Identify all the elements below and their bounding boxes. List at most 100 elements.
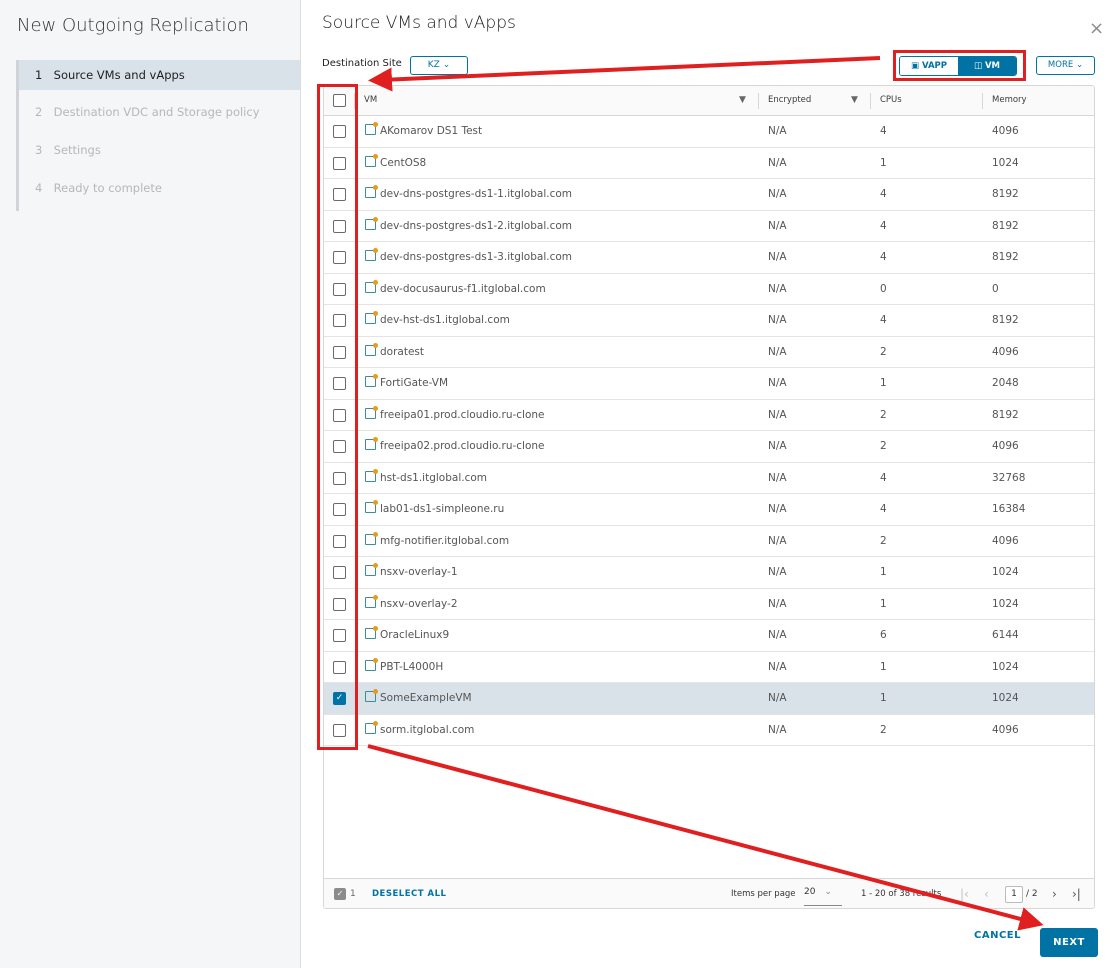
column-header-vm[interactable]: VM [364,86,377,116]
table-row[interactable]: hst-ds1.itglobal.com N/A 4 32768 [324,463,1094,494]
row-checkbox[interactable] [333,219,346,233]
vm-name-cell[interactable]: dev-dns-postgres-ds1-3.itglobal.com [365,242,572,273]
vm-name-cell[interactable]: dev-dns-postgres-ds1-2.itglobal.com [365,211,572,242]
chevron-down-icon: ⌄ [1075,60,1084,70]
vm-name: dev-dns-postgres-ds1-2.itglobal.com [380,219,573,232]
table-row[interactable]: mfg-notifier.itglobal.com N/A 2 4096 [324,526,1094,557]
vm-name-cell[interactable]: FortiGate-VM [365,368,448,399]
first-page-icon[interactable]: |‹ [960,879,969,908]
table-row[interactable]: dev-dns-postgres-ds1-1.itglobal.com N/A 4 8… [324,179,1094,211]
items-per-page-select[interactable]: 20 ⌄ [804,879,842,906]
vm-name-cell[interactable]: AKomarov DS1 Test [365,116,482,147]
column-header-encrypted[interactable]: Encrypted [768,86,811,116]
vm-name-cell[interactable]: CentOS8 [365,148,426,179]
step-number: 2 [35,105,43,119]
wizard-title: New Outgoing Replication [17,15,249,36]
vm-name-cell[interactable]: OracleLinux9 [365,620,449,651]
vm-name-cell[interactable]: nsxv-overlay-1 [365,557,458,588]
row-checkbox[interactable] [333,471,346,485]
table-row[interactable]: ✓ SomeExampleVM N/A 1 1024 [324,683,1094,715]
vm-name-cell[interactable]: nsxv-overlay-2 [365,589,458,620]
row-checkbox[interactable] [333,125,346,138]
row-checkbox[interactable] [333,629,346,642]
row-checkbox[interactable] [333,345,346,359]
close-icon[interactable]: × [1089,18,1104,39]
filter-icon[interactable]: ▼ [739,95,746,105]
cancel-button[interactable]: CANCEL [974,930,1021,941]
table-row[interactable]: OracleLinux9 N/A 6 6144 [324,620,1094,652]
row-checkbox[interactable] [333,188,346,201]
cpus-cell: 4 [880,471,887,484]
table-row[interactable]: dev-dns-postgres-ds1-3.itglobal.com N/A 4 8… [324,242,1094,274]
row-checkbox[interactable] [333,723,346,737]
vm-name-cell[interactable]: lab01-ds1-simpleone.ru [365,494,504,525]
column-header-cpus[interactable]: CPUs [880,86,902,116]
vm-name-cell[interactable]: dev-dns-postgres-ds1-1.itglobal.com [365,179,572,210]
row-checkbox[interactable] [333,440,346,453]
chevron-down-icon: ⌄ [442,60,451,70]
table-row[interactable]: doratest N/A 2 4096 [324,337,1094,368]
row-checkbox[interactable] [333,566,346,579]
row-checkbox[interactable] [333,377,346,390]
vm-name: dev-hst-ds1.itglobal.com [380,314,510,326]
more-button[interactable]: MORE ⌄ [1036,56,1095,75]
select-all-checkbox[interactable] [333,94,346,107]
vm-name-cell[interactable]: hst-ds1.itglobal.com [365,463,487,494]
table-row[interactable]: PBT-L4000H N/A 1 1024 [324,652,1094,683]
vm-icon [365,720,378,734]
table-row[interactable]: nsxv-overlay-2 N/A 1 1024 [324,589,1094,620]
row-checkbox[interactable] [333,503,346,516]
filter-icon[interactable]: ▼ [851,95,858,105]
vapp-vm-toggle[interactable]: ▣ VAPP ◫ VM [899,56,1017,76]
vm-name-cell[interactable]: sorm.itglobal.com [365,715,474,746]
row-checkbox[interactable] [333,408,346,422]
row-checkbox[interactable] [333,660,346,674]
table-row[interactable]: FortiGate-VM N/A 1 2048 [324,368,1094,400]
destination-site-dropdown[interactable]: KZ ⌄ [410,56,468,75]
deselect-all-button[interactable]: DESELECT ALL [372,879,446,908]
memory-cell: 16384 [992,503,1026,515]
vm-name-cell[interactable]: freeipa02.prod.cloudio.ru-clone [365,431,545,462]
table-row[interactable]: freeipa01.prod.cloudio.ru-clone N/A 2 8192 [324,400,1094,431]
vm-name-cell[interactable]: dev-hst-ds1.itglobal.com [365,305,510,336]
total-pages: / 2 [1026,889,1038,899]
next-button[interactable]: NEXT [1040,928,1098,957]
current-page-input[interactable]: 1 [1005,886,1023,903]
step-source-vms[interactable]: 1 Source VMs and vApps [19,60,300,90]
table-row[interactable]: nsxv-overlay-1 N/A 1 1024 [324,557,1094,589]
table-row[interactable]: dev-dns-postgres-ds1-2.itglobal.com N/A 4 8… [324,211,1094,242]
row-checkbox[interactable] [333,282,346,296]
table-row[interactable]: dev-hst-ds1.itglobal.com N/A 4 8192 [324,305,1094,337]
last-page-icon[interactable]: ›| [1072,879,1081,908]
row-checkbox[interactable] [333,251,346,264]
vm-name-cell[interactable]: freeipa01.prod.cloudio.ru-clone [365,400,545,431]
table-row[interactable]: AKomarov DS1 Test N/A 4 4096 [324,116,1094,148]
row-checkbox[interactable] [333,314,346,327]
toggle-vm[interactable]: ◫ VM [958,57,1016,75]
vm-name-cell[interactable]: dev-docusaurus-f1.itglobal.com [365,274,546,305]
cpus-cell: 4 [880,251,887,263]
table-row[interactable]: sorm.itglobal.com N/A 2 4096 [324,715,1094,746]
chevron-down-icon: ⌄ [824,887,832,897]
previous-page-icon[interactable]: ‹ [984,879,989,908]
row-checkbox[interactable] [333,156,346,170]
table-row[interactable]: CentOS8 N/A 1 1024 [324,148,1094,179]
vm-name-cell[interactable]: doratest [365,337,424,368]
row-checkbox[interactable] [333,534,346,548]
memory-cell: 8192 [992,408,1019,421]
toggle-vapp[interactable]: ▣ VAPP [900,57,958,75]
row-checkbox[interactable]: ✓ [333,692,346,705]
table-row[interactable]: freeipa02.prod.cloudio.ru-clone N/A 2 4096 [324,431,1094,463]
table-row[interactable]: dev-docusaurus-f1.itglobal.com N/A 0 0 [324,274,1094,305]
column-header-memory[interactable]: Memory [992,86,1027,116]
row-checkbox[interactable] [333,597,346,611]
next-page-icon[interactable]: › [1052,879,1057,908]
grid-footer: ✓ 1 DESELECT ALL Items per page 20 ⌄ 1 -… [324,878,1094,908]
memory-cell: 8192 [992,219,1019,232]
vm-name-cell[interactable]: PBT-L4000H [365,652,443,683]
table-row[interactable]: lab01-ds1-simpleone.ru N/A 4 16384 [324,494,1094,526]
cpus-cell: 6 [880,629,887,641]
vm-name: hst-ds1.itglobal.com [380,471,488,484]
vm-name-cell[interactable]: mfg-notifier.itglobal.com [365,526,509,557]
vm-name-cell[interactable]: SomeExampleVM [365,683,472,714]
